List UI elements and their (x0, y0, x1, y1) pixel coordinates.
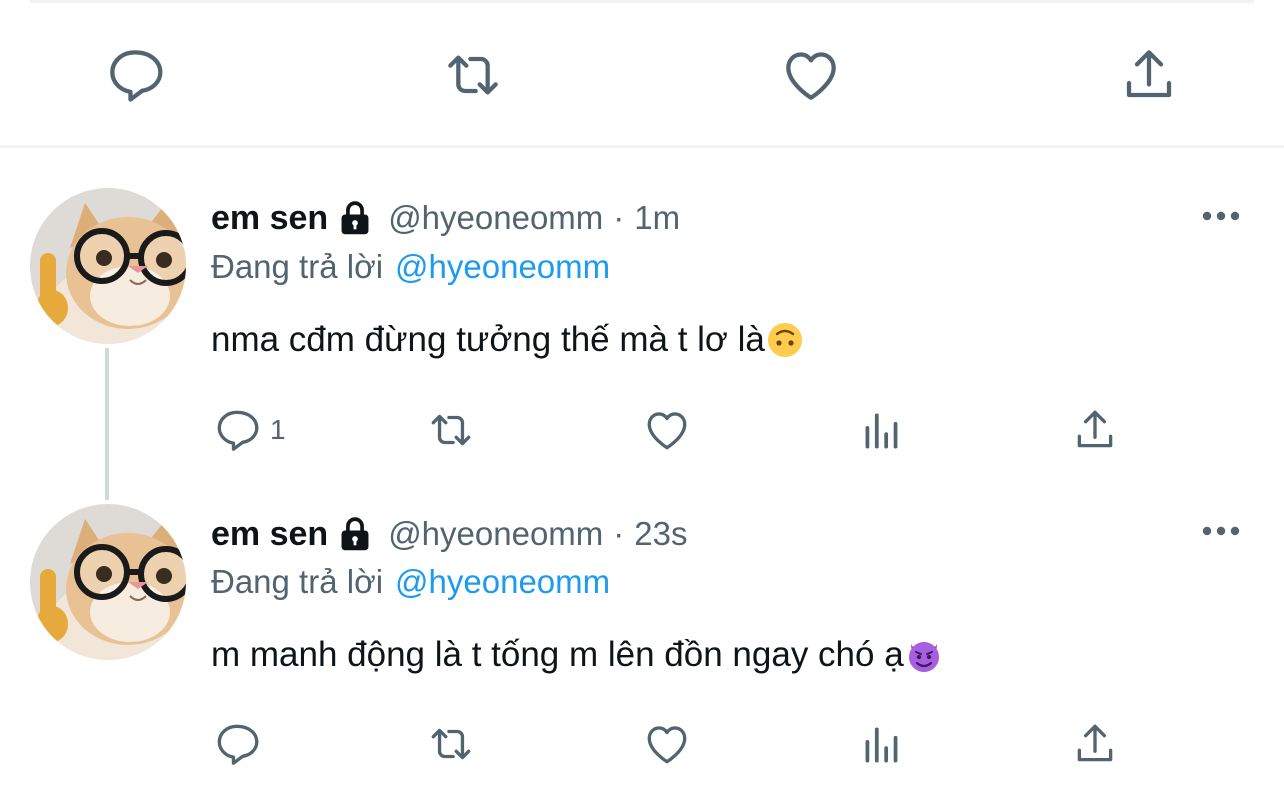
reply-icon (212, 405, 262, 455)
analytics-button[interactable] (857, 402, 907, 458)
avatar[interactable] (30, 504, 186, 660)
avatar-image (30, 188, 186, 344)
timestamp[interactable]: 23s (634, 515, 687, 553)
tweet-header: em sen @hyeoneomm · 1m (211, 196, 680, 240)
tweet-text-content: m manh động là t tống m lên đồn ngay chó… (211, 635, 904, 674)
lock-icon (338, 515, 372, 553)
avatar[interactable] (30, 188, 186, 344)
like-icon (642, 405, 692, 455)
section-divider (0, 145, 1284, 148)
upside-down-face-emoji (767, 322, 803, 358)
display-name[interactable]: em sen (211, 515, 328, 554)
reply-button[interactable]: 1 (212, 402, 286, 458)
more-icon (1202, 211, 1240, 221)
retweet-button[interactable] (426, 402, 476, 458)
share-button[interactable] (1070, 402, 1120, 458)
reply-icon (103, 43, 167, 107)
retweet-icon (441, 43, 505, 107)
more-options-button[interactable] (1196, 516, 1246, 546)
share-icon (1070, 405, 1120, 455)
replying-to: Đang trả lời @hyeoneomm (211, 245, 610, 289)
top-divider (30, 0, 1254, 3)
reply-icon (212, 719, 262, 769)
user-handle[interactable]: @hyeoneomm (388, 199, 603, 237)
analytics-icon (857, 719, 907, 769)
like-icon (642, 719, 692, 769)
lock-icon (338, 199, 372, 237)
reply-count: 1 (270, 414, 286, 445)
like-icon (779, 43, 843, 107)
tweet-text: nma cđm đừng tưởng thế mà t lơ là (211, 315, 803, 365)
main-share-button[interactable] (1114, 40, 1184, 110)
analytics-button[interactable] (857, 716, 907, 772)
main-reply-button[interactable] (100, 40, 170, 110)
like-button[interactable] (642, 716, 692, 772)
more-options-button[interactable] (1196, 201, 1246, 231)
retweet-button[interactable] (426, 716, 476, 772)
user-handle[interactable]: @hyeoneomm (388, 515, 603, 553)
display-name[interactable]: em sen (211, 199, 328, 238)
main-tweet-action-bar (0, 40, 1284, 110)
replying-to: Đang trả lời @hyeoneomm (211, 560, 610, 604)
separator: · (613, 199, 625, 236)
retweet-icon (426, 719, 476, 769)
like-button[interactable] (642, 402, 692, 458)
replying-to-handle[interactable]: @hyeoneomm (395, 248, 610, 286)
replying-to-label: Đang trả lời (211, 248, 384, 285)
tweet-text: m manh động là t tống m lên đồn ngay chó… (211, 630, 942, 680)
share-button[interactable] (1070, 716, 1120, 772)
replying-to-handle[interactable]: @hyeoneomm (395, 563, 610, 601)
more-icon (1202, 526, 1240, 536)
tweet-action-bar (0, 716, 1284, 772)
timestamp[interactable]: 1m (634, 199, 680, 237)
share-icon (1070, 719, 1120, 769)
smiling-devil-emoji (906, 637, 942, 673)
retweet-icon (426, 405, 476, 455)
tweet-header: em sen @hyeoneomm · 23s (211, 512, 688, 556)
tweet-action-bar: 1 (0, 402, 1284, 458)
share-icon (1117, 43, 1181, 107)
reply-button[interactable] (212, 716, 270, 772)
tweet-text-content: nma cđm đừng tưởng thế mà t lơ là (211, 320, 765, 359)
main-retweet-button[interactable] (438, 40, 508, 110)
replying-to-label: Đang trả lời (211, 563, 384, 600)
analytics-icon (857, 405, 907, 455)
separator: · (613, 515, 625, 552)
avatar-image (30, 504, 186, 660)
main-like-button[interactable] (776, 40, 846, 110)
